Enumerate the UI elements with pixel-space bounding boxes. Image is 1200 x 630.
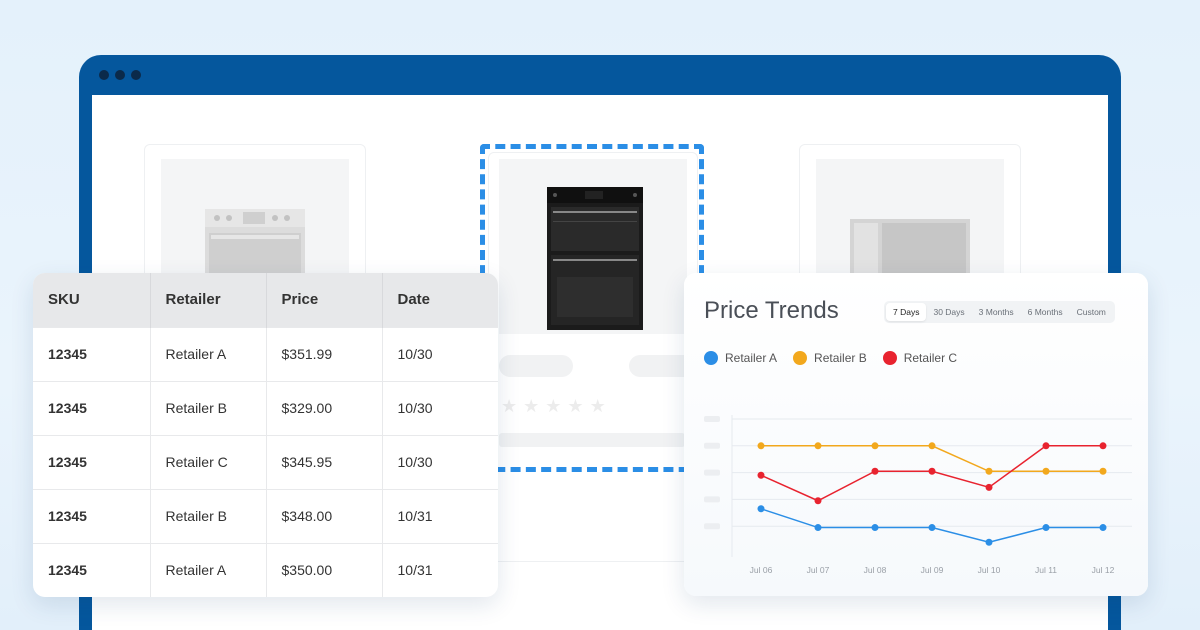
- chart-legend: Retailer A Retailer B Retailer C: [704, 351, 957, 365]
- legend-label: Retailer C: [903, 351, 958, 365]
- selection-outline: [480, 144, 704, 472]
- y-tick-placeholder: [704, 523, 720, 530]
- cell-retailer: Retailer A: [150, 326, 267, 381]
- data-point: [1099, 467, 1107, 475]
- range-tab-30-days[interactable]: 30 Days: [926, 303, 971, 321]
- cell-sku: 12345: [33, 326, 151, 381]
- data-point: [814, 524, 822, 532]
- chart-panel: Price Trends 7 Days 30 Days 3 Months 6 M…: [684, 273, 1148, 596]
- cell-sku: 12345: [33, 434, 151, 489]
- range-selector: 7 Days 30 Days 3 Months 6 Months Custom: [884, 301, 1115, 323]
- cell-price: $350.00: [266, 542, 383, 597]
- cell-date: 10/31: [382, 488, 498, 543]
- x-tick-label: Jul 10: [978, 565, 1001, 575]
- data-point: [814, 442, 822, 450]
- cell-sku: 12345: [33, 488, 151, 543]
- chart-title: Price Trends: [704, 297, 839, 324]
- x-tick-label: Jul 08: [864, 565, 887, 575]
- price-trend-chart: Jul 06 Jul 07 Jul 08 Jul 09 Jul 10 Jul 11 Jul …: [704, 415, 1132, 575]
- cell-retailer: Retailer B: [150, 380, 267, 435]
- cell-date: 10/30: [382, 326, 498, 381]
- table-header-row: SKU Retailer Price Date: [33, 273, 498, 327]
- data-point: [985, 467, 993, 475]
- legend-dot-icon: [793, 351, 808, 365]
- data-point: [985, 483, 993, 491]
- y-tick-placeholder: [704, 442, 720, 449]
- data-point: [928, 524, 936, 532]
- y-tick-placeholder: [704, 469, 720, 476]
- table-row[interactable]: 12345 Retailer B $329.00 10/30: [33, 380, 498, 435]
- cell-retailer: Retailer A: [150, 542, 267, 597]
- data-point: [1042, 442, 1050, 450]
- range-tab-7-days[interactable]: 7 Days: [886, 303, 927, 321]
- data-point: [1099, 524, 1107, 532]
- window-dot-icon[interactable]: [115, 70, 125, 80]
- cell-price: $351.99: [266, 326, 383, 381]
- data-point: [871, 524, 879, 532]
- range-tab-custom[interactable]: Custom: [1070, 303, 1113, 321]
- table-row[interactable]: 12345 Retailer A $350.00 10/31: [33, 542, 498, 597]
- legend-item[interactable]: Retailer A: [704, 351, 777, 365]
- data-point: [814, 497, 822, 505]
- cell-sku: 12345: [33, 380, 151, 435]
- y-tick-placeholder: [704, 416, 720, 422]
- y-tick-placeholder: [704, 496, 720, 503]
- data-point: [1099, 442, 1107, 450]
- cell-date: 10/30: [382, 380, 498, 435]
- cell-date: 10/31: [382, 542, 498, 597]
- window-dot-icon[interactable]: [131, 70, 141, 80]
- legend-item[interactable]: Retailer C: [882, 351, 958, 365]
- window-dot-icon[interactable]: [99, 70, 109, 80]
- cell-price: $348.00: [266, 488, 383, 543]
- x-tick-label: Jul 07: [807, 565, 830, 575]
- cell-retailer: Retailer B: [150, 488, 267, 543]
- data-point: [871, 467, 879, 475]
- data-point: [928, 467, 936, 475]
- price-table-card: SKU Retailer Price Date 12345 Retailer A…: [33, 273, 498, 597]
- column-header-sku[interactable]: SKU: [33, 273, 151, 327]
- legend-dot-icon: [704, 351, 718, 365]
- data-point: [757, 505, 765, 513]
- cell-price: $329.00: [266, 380, 383, 435]
- table-row[interactable]: 12345 Retailer A $351.99 10/30: [33, 326, 498, 381]
- data-point: [985, 538, 993, 546]
- series-line: [761, 445, 1103, 473]
- data-point: [757, 471, 765, 479]
- price-trends-card: Price Trends 7 Days 30 Days 3 Months 6 M…: [684, 273, 1148, 596]
- x-tick-label: Jul 12: [1092, 565, 1115, 575]
- data-point: [757, 442, 765, 450]
- cell-sku: 12345: [33, 542, 151, 597]
- x-tick-label: Jul 09: [921, 565, 944, 575]
- range-tab-6-months[interactable]: 6 Months: [1021, 303, 1070, 321]
- cell-date: 10/30: [382, 434, 498, 489]
- data-point: [1042, 524, 1050, 532]
- legend-item[interactable]: Retailer B: [793, 351, 867, 365]
- data-point: [928, 442, 936, 450]
- column-header-retailer[interactable]: Retailer: [150, 273, 267, 327]
- table-row[interactable]: 12345 Retailer B $348.00 10/31: [33, 488, 498, 543]
- window-controls: [99, 70, 141, 80]
- cell-price: $345.95: [266, 434, 383, 489]
- legend-label: Retailer B: [814, 351, 867, 365]
- price-table: SKU Retailer Price Date 12345 Retailer A…: [33, 273, 498, 597]
- legend-label: Retailer A: [725, 351, 778, 365]
- column-header-price[interactable]: Price: [266, 273, 383, 327]
- table-row[interactable]: 12345 Retailer C $345.95 10/30: [33, 434, 498, 489]
- x-tick-label: Jul 11: [1035, 565, 1057, 575]
- legend-dot-icon: [882, 351, 897, 365]
- data-point: [1042, 467, 1050, 475]
- cell-retailer: Retailer C: [150, 434, 267, 489]
- x-tick-label: Jul 06: [750, 565, 773, 575]
- column-header-date[interactable]: Date: [382, 273, 498, 327]
- data-point: [871, 442, 879, 450]
- range-tab-3-months[interactable]: 3 Months: [972, 303, 1021, 321]
